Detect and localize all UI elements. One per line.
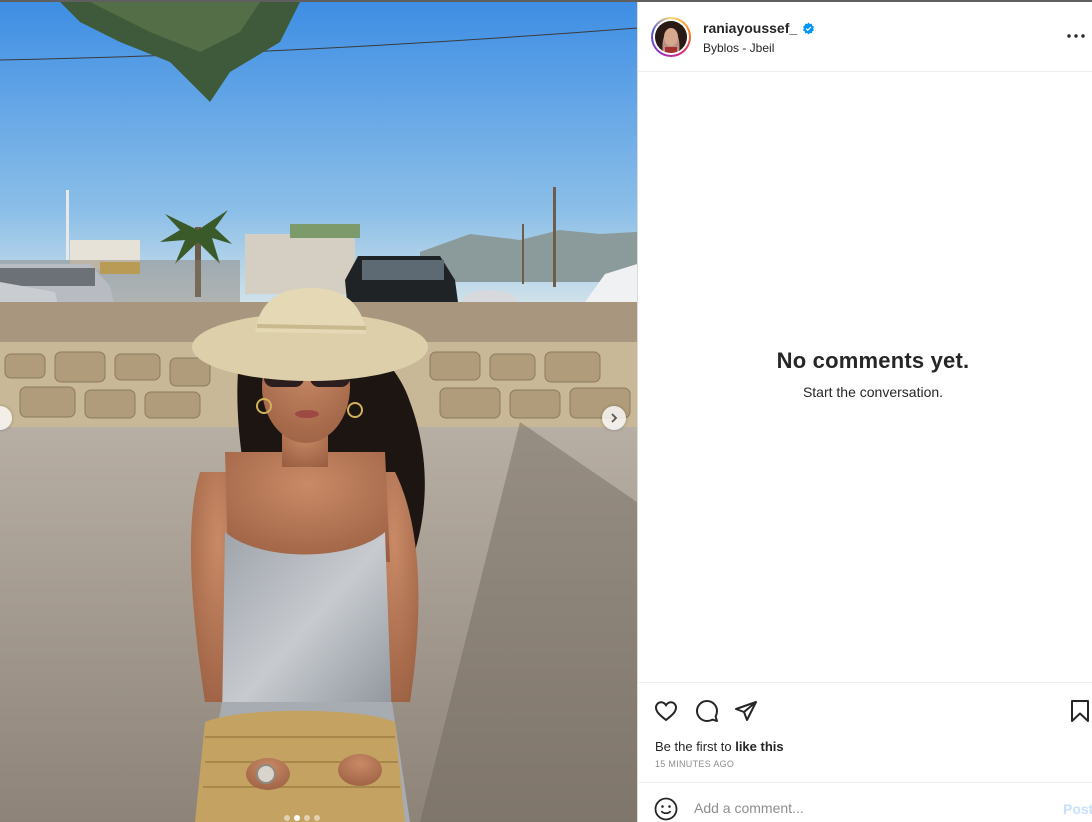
location-link[interactable]: Byblos - Jbeil — [703, 41, 774, 55]
verified-badge-icon — [803, 22, 815, 34]
post-photo — [0, 2, 637, 822]
heart-icon — [654, 701, 678, 722]
save-button[interactable] — [1066, 697, 1092, 725]
post-header: raniayoussef_ Byblos - Jbeil — [638, 2, 1092, 72]
story-ring[interactable] — [651, 17, 691, 57]
empty-subtitle: Start the conversation. — [802, 384, 944, 400]
like-this-link[interactable]: like this — [735, 739, 783, 754]
bookmark-icon — [1071, 700, 1089, 722]
comments-empty-state: No comments yet. Start the conversation. — [638, 348, 1092, 400]
likes-prefix: Be the first to — [655, 739, 736, 754]
more-options-button[interactable] — [1064, 26, 1088, 46]
post-side-panel: raniayoussef_ Byblos - Jbeil No comments… — [637, 2, 1092, 822]
carousel-dot-active — [294, 815, 300, 821]
post-media[interactable] — [0, 2, 637, 822]
carousel-indicator — [284, 815, 320, 821]
comment-bar: Post — [638, 782, 1092, 822]
carousel-dot — [284, 815, 290, 821]
next-slide-button[interactable] — [602, 406, 626, 430]
share-button[interactable] — [732, 697, 760, 725]
carousel-dot — [304, 815, 310, 821]
share-icon — [735, 701, 757, 721]
avatar — [655, 21, 687, 53]
username-link[interactable]: raniayoussef_ — [703, 20, 797, 36]
comment-button[interactable] — [693, 697, 721, 725]
post-actions: Be the first to like this 15 MINUTES AGO — [638, 682, 1092, 782]
chevron-right-icon — [611, 413, 618, 423]
emoji-icon[interactable] — [654, 797, 678, 821]
comment-input[interactable] — [694, 797, 1034, 819]
more-icon — [1067, 34, 1085, 38]
like-button[interactable] — [652, 697, 680, 725]
carousel-dot — [314, 815, 320, 821]
post-comment-button[interactable]: Post — [1063, 801, 1092, 817]
comment-icon — [696, 700, 718, 722]
post-timestamp[interactable]: 15 MINUTES AGO — [655, 759, 734, 769]
likes-summary: Be the first to like this — [655, 739, 784, 754]
empty-title: No comments yet. — [776, 348, 970, 373]
username-row: raniayoussef_ — [703, 20, 815, 36]
